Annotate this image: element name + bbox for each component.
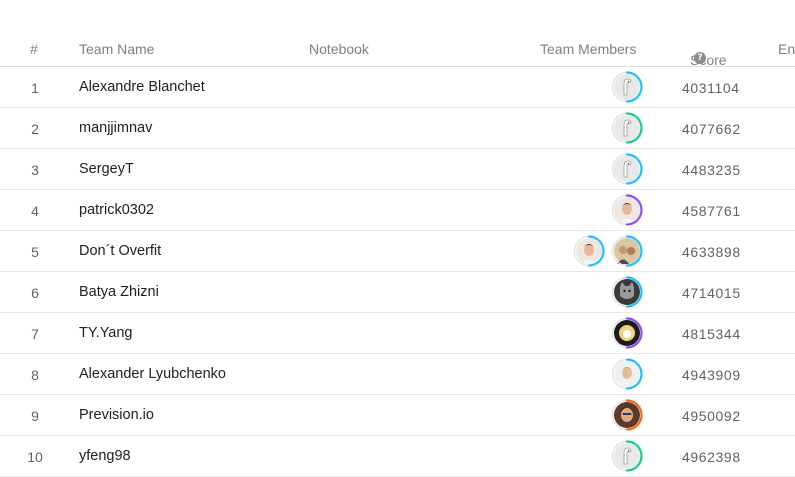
score-cell: 4031104 (682, 80, 740, 96)
score-cell: 4077662 (682, 121, 741, 137)
score-cell: 4943909 (682, 367, 741, 383)
notebook-column-header: Notebook (309, 41, 369, 57)
team-members-cell (611, 112, 643, 144)
score-cell: 4714015 (682, 285, 741, 301)
rank-cell: 6 (31, 285, 39, 301)
member-avatar[interactable] (573, 235, 605, 267)
team-members-cell (611, 194, 643, 226)
team-name-link[interactable]: patrick0302 (79, 202, 154, 218)
rank-cell: 7 (31, 326, 39, 342)
table-row: 8 Alexander Lyubchenko 4943909 (0, 354, 795, 395)
team-name-link[interactable]: SergeyT (79, 161, 134, 177)
team-name-link[interactable]: Alexander Lyubchenko (79, 366, 226, 382)
team-members-cell (611, 440, 643, 472)
rank-cell: 3 (31, 162, 39, 178)
rank-cell: 5 (31, 244, 39, 260)
help-icon[interactable]: ? (694, 52, 706, 64)
rank-cell: 1 (31, 80, 39, 96)
entries-column-header: En (778, 41, 795, 57)
table-row: 1 Alexandre Blanchet 4031104 (0, 67, 795, 108)
table-row: 10 yfeng98 4962398 (0, 436, 795, 477)
team-members-cell (611, 276, 643, 308)
leaderboard-header: # Team Name Notebook Team Members Score?… (0, 30, 795, 68)
team-members-cell (611, 399, 643, 431)
team-members-cell (611, 317, 643, 349)
rank-cell: 10 (27, 449, 43, 465)
member-avatar[interactable] (611, 194, 643, 226)
member-avatar[interactable] (611, 399, 643, 431)
member-avatar[interactable] (611, 440, 643, 472)
member-avatar[interactable] (611, 235, 643, 267)
member-avatar[interactable] (611, 153, 643, 185)
rank-column-header: # (30, 41, 38, 57)
rank-cell: 9 (31, 408, 39, 424)
team-members-cell (611, 71, 643, 103)
score-cell: 4587761 (682, 203, 741, 219)
member-avatar[interactable] (611, 317, 643, 349)
member-avatar[interactable] (611, 276, 643, 308)
team-name-link[interactable]: Don´t Overfit (79, 243, 161, 259)
table-row: 5 Don´t Overfit 4633898 (0, 231, 795, 272)
team-name-link[interactable]: manjjimnav (79, 120, 152, 136)
score-cell: 4483235 (682, 162, 741, 178)
team-name-link[interactable]: Alexandre Blanchet (79, 79, 205, 95)
score-cell: 4962398 (682, 449, 741, 465)
rank-cell: 4 (31, 203, 39, 219)
table-row: 6 Batya Zhizni 4714015 (0, 272, 795, 313)
team-name-link[interactable]: Prevision.io (79, 407, 154, 423)
score-cell: 4815344 (682, 326, 741, 342)
team-members-cell (611, 358, 643, 390)
table-row: 3 SergeyT 4483235 (0, 149, 795, 190)
team-name-link[interactable]: Batya Zhizni (79, 284, 159, 300)
member-avatar[interactable] (611, 71, 643, 103)
member-avatar[interactable] (611, 112, 643, 144)
leaderboard-rows: 1 Alexandre Blanchet 4031104 2 manjjimnav 407… (0, 67, 795, 477)
score-cell: 4950092 (682, 408, 741, 424)
team-members-cell (573, 235, 643, 267)
table-row: 7 TY.Yang 4815344 (0, 313, 795, 354)
team-members-cell (611, 153, 643, 185)
team-name-link[interactable]: yfeng98 (79, 448, 131, 464)
team-members-column-header: Team Members (540, 41, 637, 57)
rank-cell: 2 (31, 121, 39, 137)
rank-cell: 8 (31, 367, 39, 383)
table-row: 2 manjjimnav 4077662 (0, 108, 795, 149)
score-cell: 4633898 (682, 244, 741, 260)
team-name-link[interactable]: TY.Yang (79, 325, 132, 341)
member-avatar[interactable] (611, 358, 643, 390)
table-row: 9 Prevision.io 4950092 (0, 395, 795, 436)
table-row: 4 patrick0302 4587761 (0, 190, 795, 231)
team-name-column-header[interactable]: Team Name (79, 41, 154, 57)
